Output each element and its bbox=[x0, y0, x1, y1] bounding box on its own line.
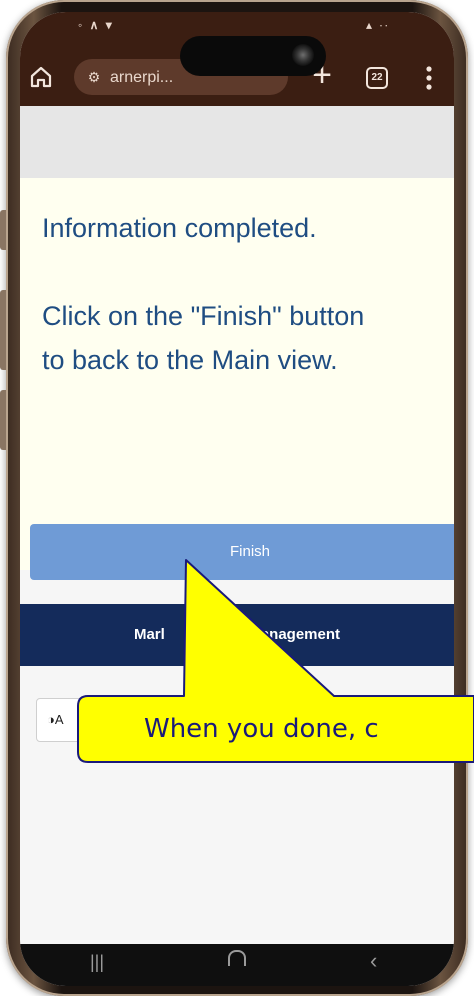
recent-apps-icon[interactable]: ||| bbox=[90, 952, 104, 973]
finish-button[interactable]: Finish bbox=[30, 524, 454, 580]
side-button bbox=[0, 290, 6, 370]
back-icon[interactable]: ‹ bbox=[370, 948, 377, 974]
callout-text: When you done, c bbox=[144, 714, 379, 744]
contrast-icon: ◑ bbox=[47, 712, 55, 727]
side-button bbox=[0, 390, 6, 450]
home-icon[interactable] bbox=[26, 62, 56, 92]
status-icons-right: ▴ ∙∙ bbox=[365, 18, 390, 32]
android-nav-bar: ||| ‹ bbox=[20, 944, 454, 986]
more-options-icon[interactable] bbox=[424, 64, 434, 92]
side-button bbox=[0, 210, 6, 250]
footer-title-bar: Marl anagement bbox=[20, 604, 454, 666]
site-settings-icon[interactable]: ⚙ bbox=[84, 59, 104, 95]
url-text: arnerpi... bbox=[110, 69, 174, 86]
camera-lens bbox=[292, 44, 314, 66]
message-panel: Information completed. Click on the "Fin… bbox=[20, 178, 454, 570]
footer-title-left: Marl bbox=[133, 626, 165, 643]
accessibility-label: A bbox=[54, 712, 64, 727]
info-line-1: Information completed. bbox=[42, 213, 317, 243]
status-icons-left: ◦ ∧ ▾ bbox=[78, 18, 114, 32]
footer-title-right: anagement bbox=[260, 626, 341, 643]
tab-switcher-button[interactable]: 22 bbox=[366, 67, 388, 89]
info-message: Information completed. Click on the "Fin… bbox=[42, 206, 454, 382]
page-header-band bbox=[20, 106, 454, 178]
info-line-3: to back to the Main view. bbox=[42, 345, 338, 375]
home-nav-icon[interactable] bbox=[228, 950, 246, 966]
info-line-2: Click on the "Finish" button bbox=[42, 301, 365, 331]
phone-screen: ◦ ∧ ▾ ▴ ∙∙ ⚙ arnerpi... + 22 Information … bbox=[20, 12, 454, 986]
camera-cutout bbox=[180, 36, 326, 76]
